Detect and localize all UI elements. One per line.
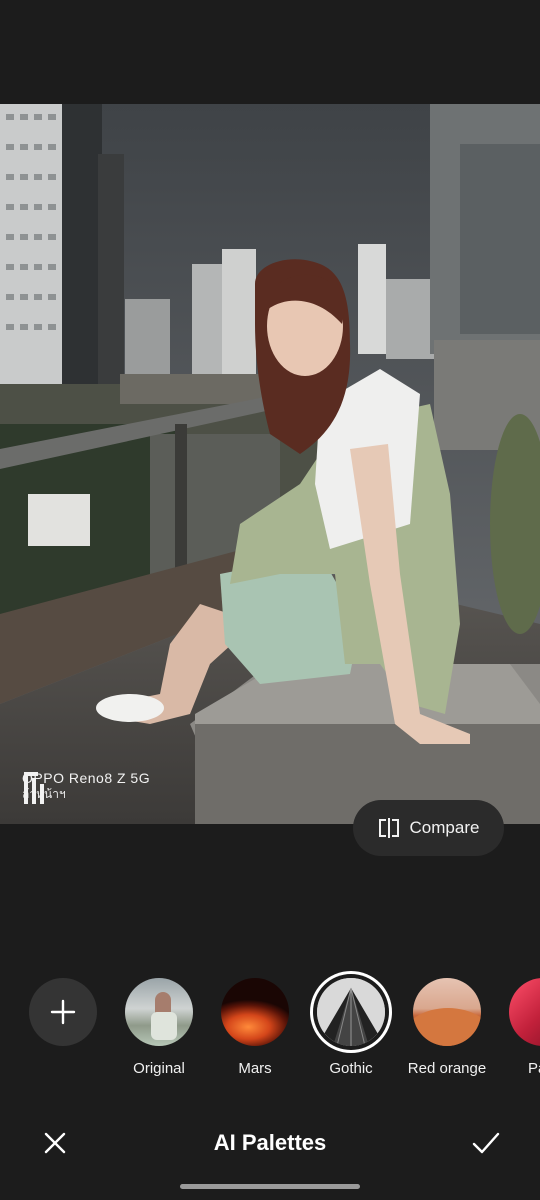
palette-pale[interactable]: Pale [493, 978, 540, 1077]
compare-button[interactable]: Compare [353, 800, 504, 856]
palette-thumbnail-mars [221, 978, 289, 1046]
add-palette-button[interactable] [29, 978, 97, 1046]
palette-thumbnail-original [125, 978, 193, 1046]
oppo-frame-logo-icon [24, 772, 44, 804]
palette-mars[interactable]: Mars [205, 978, 305, 1077]
page-title: AI Palettes [213, 1130, 327, 1155]
bottom-action-bar: AI Palettes [0, 1110, 540, 1176]
compare-label: Compare [409, 818, 480, 837]
palette-thumbnail-pale [509, 978, 540, 1046]
edited-photo[interactable]: OPPO Reno8 Z 5G ล้าหน้าฯ [0, 104, 540, 824]
palette-label: Pale [527, 1060, 540, 1077]
palette-original[interactable]: Original [109, 978, 209, 1077]
palette-thumbnail-red-orange [413, 978, 481, 1046]
palette-gothic[interactable]: Gothic [301, 978, 401, 1077]
palette-strip[interactable]: Original Mars Gothic Red orange Pale [0, 970, 540, 1080]
plus-icon [50, 999, 76, 1025]
photo-illustration [0, 104, 540, 824]
gothic-building-graphic [317, 978, 385, 1046]
compare-icon [378, 818, 399, 838]
palette-label: Original [133, 1060, 185, 1077]
palette-label: Mars [238, 1060, 272, 1077]
home-indicator[interactable] [180, 1184, 360, 1189]
palette-label: Gothic [329, 1060, 373, 1077]
palette-label: Red orange [407, 1060, 487, 1077]
checkmark-icon[interactable] [470, 1128, 502, 1158]
palette-red-orange[interactable]: Red orange [397, 978, 497, 1077]
camera-watermark: OPPO Reno8 Z 5G ล้าหน้าฯ [22, 770, 150, 804]
palette-thumbnail-gothic [317, 978, 385, 1046]
